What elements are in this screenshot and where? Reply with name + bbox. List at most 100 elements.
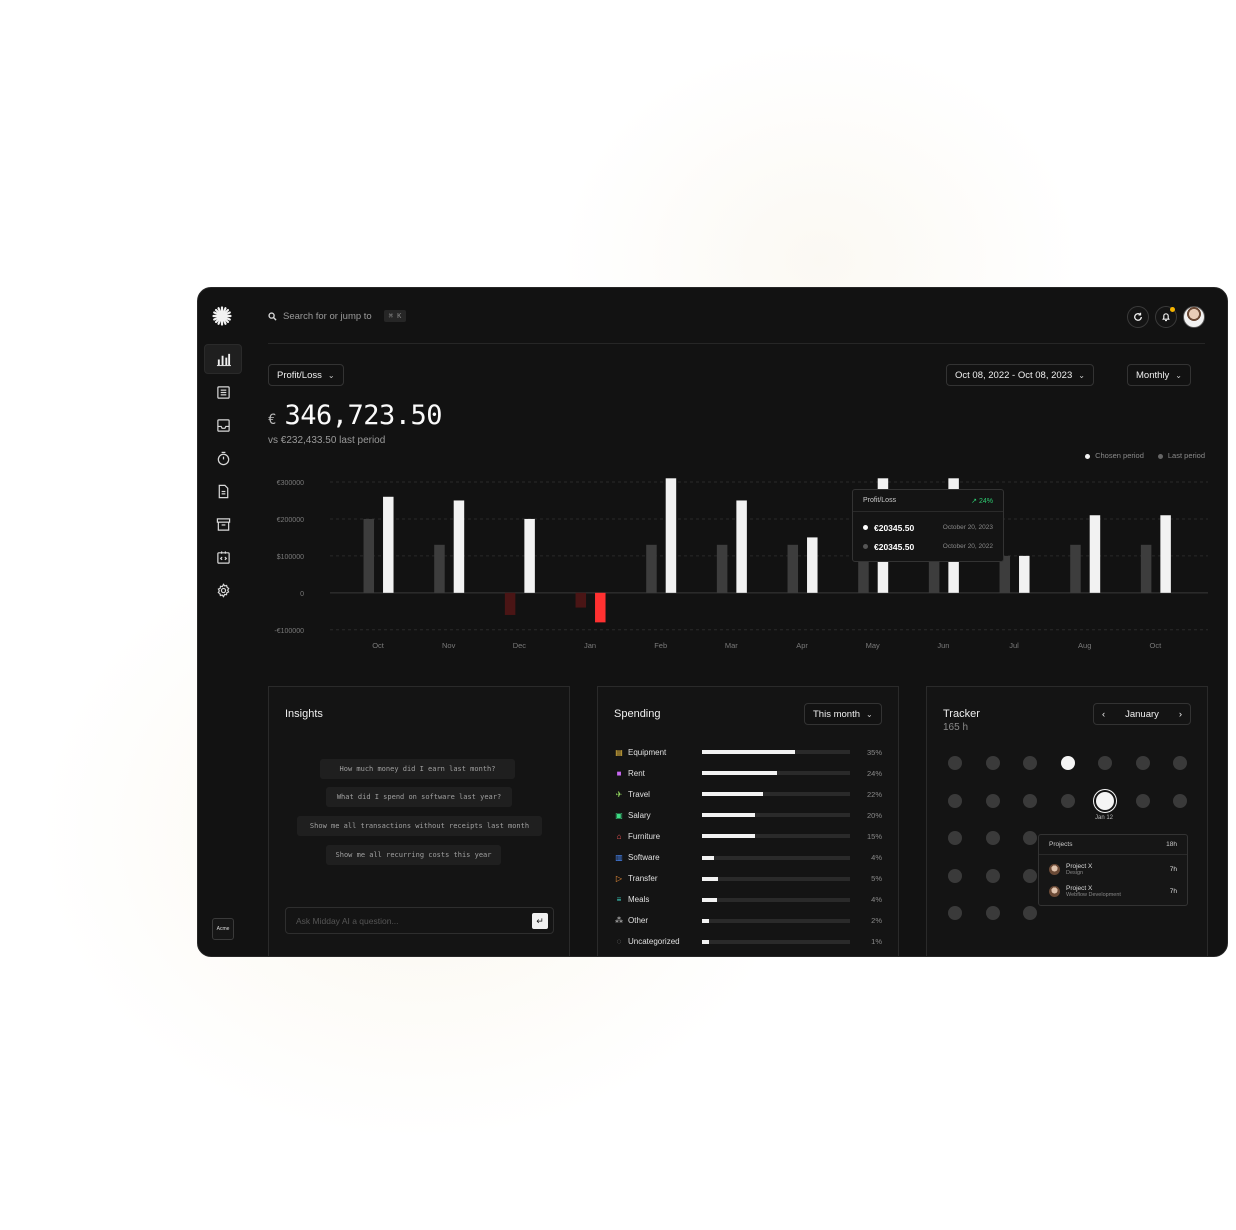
tooltip-dot (863, 544, 868, 549)
tooltip-change: ↗ 24% (971, 497, 993, 505)
enter-icon[interactable]: ↵ (532, 913, 548, 929)
category-label: Transfer (628, 874, 658, 884)
spending-row[interactable]: ✈ Travel 22% (614, 787, 882, 801)
suggestion-chip[interactable]: How much money did I earn last month? (320, 759, 515, 779)
spending-row[interactable]: ▷ Transfer 5% (614, 872, 882, 886)
calendar-day[interactable] (948, 831, 962, 845)
x-tick-label: Oct (1150, 641, 1163, 650)
spending-title: Spending (614, 708, 661, 720)
project-sub: Webflow Development (1066, 891, 1121, 898)
spending-period-select[interactable]: This month ⌄ (804, 703, 882, 725)
sidebar-item-apps[interactable] (204, 542, 242, 572)
bar-chosen-period[interactable] (807, 537, 818, 593)
project-hours: 7h (1169, 865, 1177, 873)
calendar-day[interactable] (1096, 791, 1114, 810)
suggestion-chip[interactable]: What did I spend on software last year? (326, 787, 512, 807)
calendar-day[interactable] (948, 868, 962, 883)
calendar-day[interactable] (1060, 756, 1075, 770)
suggestion-chip[interactable]: Show me all transactions without receipt… (297, 816, 542, 836)
sidebar-item-invoices[interactable] (204, 476, 242, 506)
date-range-picker[interactable]: Oct 08, 2022 - Oct 08, 2023 ⌄ (946, 364, 1094, 386)
ask-ai-input[interactable]: Ask Midday AI a question... ↵ (285, 907, 554, 934)
category-percent: 20% (866, 810, 882, 820)
spending-row[interactable]: ◌ Uncategorized 1% (614, 935, 882, 949)
calendar-day[interactable] (1135, 756, 1150, 770)
bar-chosen-period[interactable] (736, 500, 747, 593)
calendar-day[interactable] (948, 793, 962, 808)
category-label: Meals (628, 895, 650, 905)
tooltip-dot (863, 525, 868, 530)
bar-last-period[interactable] (1140, 544, 1152, 593)
calendar-day[interactable] (1098, 756, 1112, 770)
category-percent: 22% (866, 789, 882, 799)
search-bar[interactable]: Search for or jump to ⌘ K (268, 310, 407, 322)
spending-row[interactable]: ≡ Meals 4% (614, 893, 882, 907)
spending-row[interactable]: ▣ Salary 20% (614, 808, 882, 822)
suggestion-chip[interactable]: Show me all recurring costs this year (326, 845, 501, 865)
sidebar-item-inbox[interactable] (204, 410, 242, 440)
tracker-title: Tracker (943, 708, 980, 720)
calendar-day[interactable] (1173, 793, 1187, 808)
refresh-button[interactable] (1127, 306, 1149, 328)
calendar-day[interactable] (1060, 793, 1075, 808)
sidebar-item-settings[interactable] (204, 575, 242, 605)
calendar-day[interactable] (1023, 906, 1037, 920)
calendar-day[interactable] (985, 906, 1000, 920)
notifications-button[interactable] (1155, 306, 1177, 328)
gear-icon (217, 582, 229, 598)
x-tick-label: Jan (584, 641, 596, 650)
profit-loss-chart[interactable]: €300000 €200000 $100000 0 -€100000 Oct Nov Dec J… (264, 472, 1208, 652)
project-row[interactable]: Project X Design 7h (1039, 858, 1187, 880)
bar-last-period[interactable] (716, 544, 728, 593)
calendar-day[interactable] (1173, 756, 1187, 770)
progress-track (702, 876, 850, 881)
bar-last-period[interactable] (504, 592, 516, 615)
calendar-day[interactable] (948, 906, 962, 920)
spending-row[interactable]: ⁂ Other 2% (614, 914, 882, 928)
bar-chosen-period[interactable] (595, 592, 606, 623)
calendar-day[interactable] (948, 756, 962, 770)
team-switcher[interactable]: Acme (212, 918, 234, 940)
user-avatar[interactable] (1183, 306, 1205, 328)
calendar-day[interactable] (1023, 793, 1037, 808)
category-percent: 24% (866, 768, 882, 778)
calendar-day[interactable] (985, 868, 1000, 883)
sidebar-item-transactions[interactable] (204, 377, 242, 407)
bar-last-period[interactable] (787, 544, 799, 593)
project-row[interactable]: Project X Webflow Development 7h (1039, 880, 1187, 902)
bar-chosen-period[interactable] (453, 500, 465, 593)
calendar-day[interactable] (1135, 793, 1150, 808)
spending-row[interactable]: ⌂ Furniture 15% (614, 829, 882, 843)
spending-row[interactable]: ▥ Software 4% (614, 851, 882, 865)
bar-chosen-period[interactable] (1160, 515, 1171, 593)
report-type-select[interactable]: Profit/Loss ⌄ (268, 364, 344, 386)
sidebar-item-vault[interactable] (204, 509, 242, 539)
bar-chosen-period[interactable] (1089, 515, 1101, 593)
sidebar-item-tracker[interactable] (204, 443, 242, 473)
calendar-day[interactable] (985, 793, 1000, 808)
logo-icon[interactable] (212, 306, 232, 326)
chevron-left-icon[interactable]: ‹ (1102, 709, 1105, 720)
spending-row[interactable]: ▤ Equipment 35% (614, 745, 882, 759)
period-select[interactable]: Monthly ⌄ (1127, 364, 1191, 386)
chevron-right-icon[interactable]: › (1179, 709, 1182, 720)
bar-chosen-period[interactable] (665, 478, 677, 593)
bar-chosen-period[interactable] (383, 496, 394, 593)
bar-last-period[interactable] (434, 544, 445, 593)
bar-chosen-period[interactable] (1019, 555, 1030, 593)
spending-row[interactable]: ■ Rent 24% (614, 766, 882, 780)
date-range-label: Oct 08, 2022 - Oct 08, 2023 (955, 369, 1073, 381)
bar-last-period[interactable] (646, 544, 657, 593)
bar-chosen-period[interactable] (524, 518, 535, 593)
calendar-day[interactable] (1023, 831, 1037, 845)
calendar-day[interactable] (1023, 868, 1037, 883)
calendar-day[interactable] (1023, 756, 1037, 770)
bar-last-period[interactable] (575, 592, 587, 608)
app-window: Acme Search for or jump to ⌘ K Profit/Lo… (197, 287, 1228, 957)
calendar-day[interactable] (985, 831, 1000, 845)
bar-last-period[interactable] (1070, 544, 1081, 593)
calendar-day[interactable] (985, 756, 1000, 770)
sidebar-item-overview[interactable] (204, 344, 242, 374)
bar-last-period[interactable] (363, 518, 375, 593)
month-navigator: ‹ January › (1093, 703, 1191, 725)
